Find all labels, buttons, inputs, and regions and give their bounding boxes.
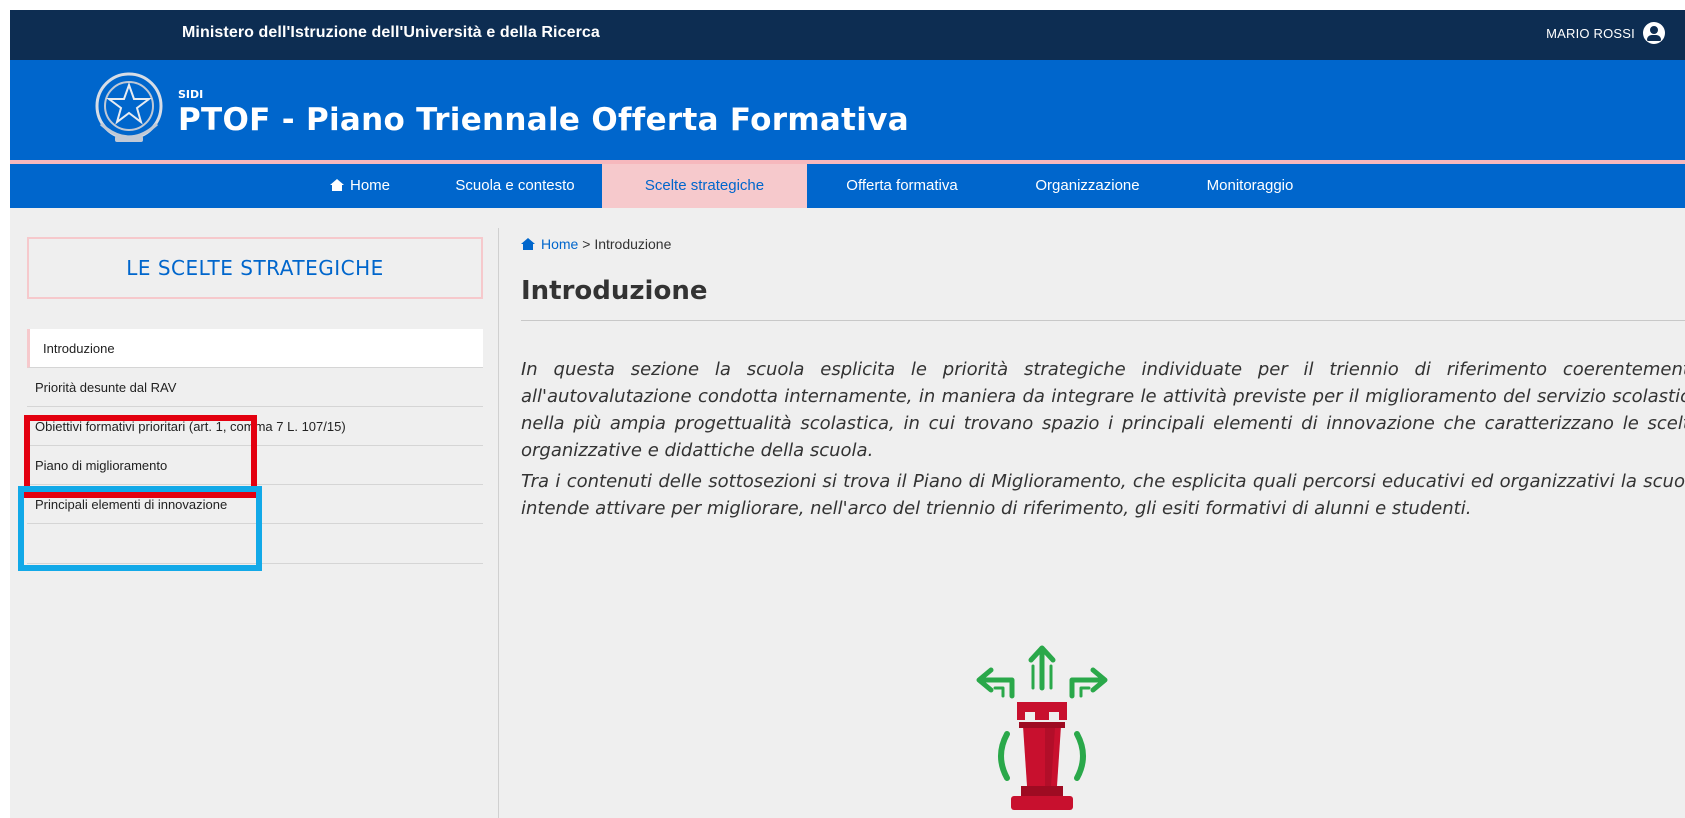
nav-organizzazione[interactable]: Organizzazione <box>1000 164 1175 208</box>
nav-home-label: Home <box>349 177 390 194</box>
sidebar-heading: LE SCELTE STRATEGICHE <box>27 237 483 299</box>
annotation-blue-box <box>18 486 262 571</box>
italian-republic-emblem <box>95 72 163 142</box>
top-bar: Ministero dell'Istruzione dell'Universit… <box>10 10 1685 60</box>
sidebar-item-introduzione[interactable]: Introduzione <box>27 329 483 368</box>
nav-offerta-formativa[interactable]: Offerta formativa <box>812 164 992 208</box>
ministry-name: Ministero dell'Istruzione dell'Universit… <box>182 24 600 41</box>
main-content: Home > Introduzione Introduzione In ques… <box>521 212 1685 818</box>
nav-monitoraggio[interactable]: Monitoraggio <box>1180 164 1320 208</box>
sidi-label: SIDI <box>178 88 204 101</box>
nav-scelte-strategiche[interactable]: Scelte strategiche <box>602 164 807 208</box>
site-header: SIDI PTOF - Piano Triennale Offerta Form… <box>10 60 1685 164</box>
chess-rook-strategy-icon <box>976 645 1108 810</box>
sidebar-item-priorita-rav[interactable]: Priorità desunte dal RAV <box>27 368 483 407</box>
breadcrumb-separator: > <box>582 236 591 252</box>
subsections-paragraph: Tra i contenuti delle sottosezioni si tr… <box>521 471 1685 519</box>
breadcrumb-home[interactable]: Home <box>521 236 578 252</box>
user-menu[interactable]: MARIO ROSSI <box>1546 22 1665 44</box>
breadcrumb: Home > Introduzione <box>521 236 671 252</box>
intro-paragraph: In questa sezione la scuola esplicita le… <box>521 359 1685 461</box>
title-divider <box>521 320 1685 321</box>
nav-scuola-e-contesto[interactable]: Scuola e contesto <box>430 164 600 208</box>
nav-home[interactable]: Home <box>300 164 420 208</box>
page-title: Introduzione <box>521 276 708 306</box>
breadcrumb-current: Introduzione <box>594 236 672 252</box>
home-icon <box>329 179 344 191</box>
home-icon <box>521 238 535 250</box>
column-divider <box>498 228 499 818</box>
user-circle-icon[interactable] <box>1643 22 1665 44</box>
user-name[interactable]: MARIO ROSSI <box>1546 26 1635 41</box>
breadcrumb-home-label: Home <box>541 236 579 252</box>
app-title[interactable]: PTOF - Piano Triennale Offerta Formativa <box>178 102 909 138</box>
page: Ministero dell'Istruzione dell'Universit… <box>10 10 1685 818</box>
main-nav: Home Scuola e contesto Scelte strategich… <box>10 164 1685 208</box>
